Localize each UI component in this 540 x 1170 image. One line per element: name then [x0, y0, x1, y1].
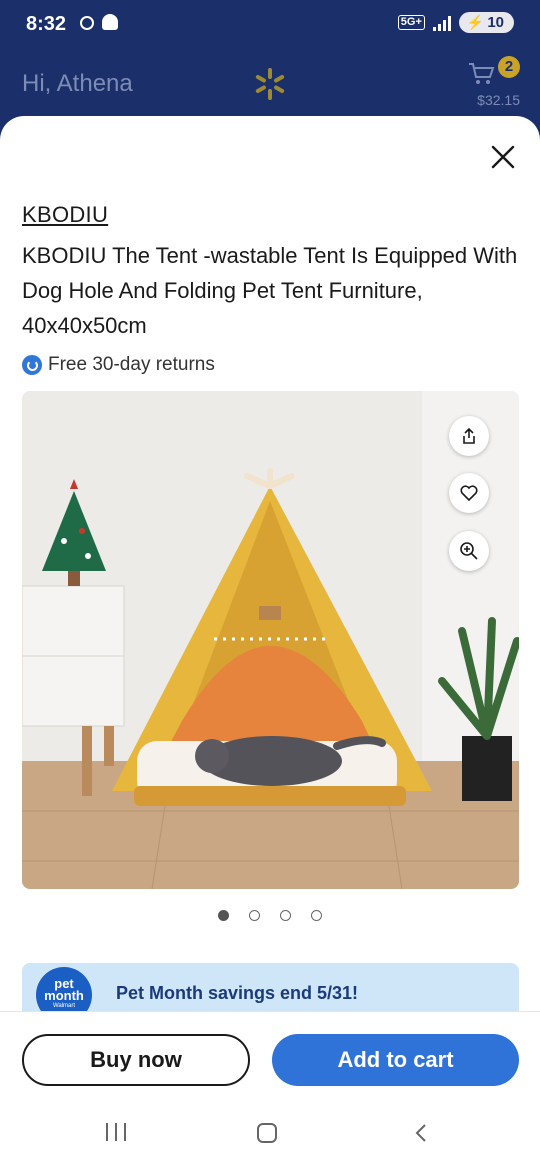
home-icon[interactable] [257, 1123, 277, 1143]
share-button[interactable] [449, 416, 489, 456]
carousel-dot[interactable] [218, 910, 229, 921]
badge-line3: Walmart [52, 1003, 76, 1009]
alarm-icon [80, 16, 94, 30]
add-to-cart-button[interactable]: Add to cart [272, 1034, 519, 1086]
network-badge: 5G+ [397, 15, 425, 30]
close-icon[interactable] [488, 142, 518, 172]
image-carousel-dots [0, 910, 540, 921]
product-image[interactable] [22, 391, 519, 889]
status-right: 5G+ ⚡ 10 [397, 12, 514, 33]
battery-level: 10 [487, 14, 504, 31]
product-photo [22, 391, 519, 889]
product-title: KBODIU The Tent -wastable Tent Is Equipp… [22, 243, 518, 338]
carousel-dot[interactable] [311, 910, 322, 921]
battery-indicator: ⚡ 10 [458, 12, 514, 33]
badge-line2: month [44, 988, 84, 1003]
brand-link[interactable]: KBODIU [22, 202, 108, 228]
charging-icon: ⚡ [466, 14, 485, 30]
zoom-button[interactable] [449, 531, 489, 571]
signal-icon [432, 15, 451, 31]
buy-now-button[interactable]: Buy now [22, 1034, 250, 1086]
walmart-spark-icon[interactable] [252, 66, 288, 102]
returns-icon [22, 355, 42, 375]
carousel-dot[interactable] [249, 910, 260, 921]
action-bar: Buy now Add to cart [0, 1011, 540, 1111]
snapchat-icon [102, 14, 118, 30]
cart-total: $32.15 [477, 92, 520, 108]
cart-button[interactable]: 2 $32.15 [460, 56, 520, 112]
zoom-in-icon [460, 542, 478, 560]
carousel-dot[interactable] [280, 910, 291, 921]
promo-text: Pet Month savings end 5/31! [116, 983, 359, 1003]
share-icon [463, 427, 475, 444]
heart-icon [460, 485, 478, 502]
system-nav-bar [0, 1111, 540, 1170]
notification-icons [80, 14, 118, 30]
returns-text: Free 30-day returns [48, 354, 215, 375]
status-time: 8:32 [26, 13, 67, 35]
status-bar: 8:32 5G+ ⚡ 10 [0, 0, 540, 50]
product-sheet: KBODIU KBODIU The Tent -wastable Tent Is… [0, 116, 540, 1170]
favorite-button[interactable] [449, 473, 489, 513]
back-icon[interactable] [412, 1123, 432, 1143]
cart-count-badge: 2 [498, 56, 520, 78]
recent-apps-icon[interactable] [106, 1123, 126, 1141]
greeting-text: Hi, Athena [22, 70, 133, 97]
returns-info: Free 30-day returns [22, 354, 215, 376]
app-header: Hi, Athena 2 $32.15 [0, 50, 540, 120]
cart-icon [469, 63, 495, 84]
